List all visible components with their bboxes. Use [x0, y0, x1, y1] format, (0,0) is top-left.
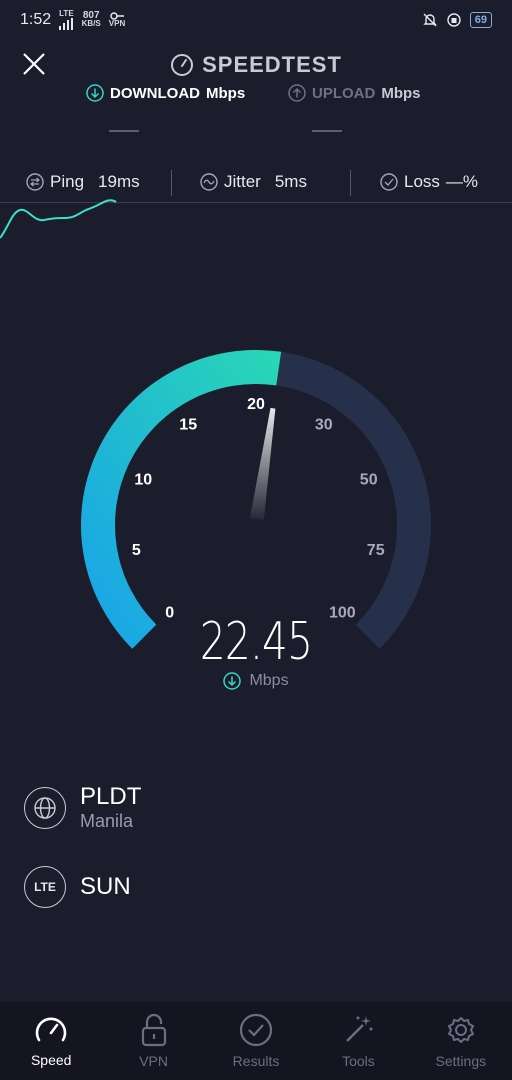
nav-vpn-label: VPN: [139, 1053, 168, 1069]
network-speed-unit: KB/S: [81, 19, 101, 28]
globe-icon: [24, 787, 66, 829]
upload-icon: [288, 84, 306, 102]
nav-settings[interactable]: Settings: [410, 1002, 512, 1080]
speed-graph-line: [0, 199, 117, 239]
speed-value: 22.45: [199, 612, 313, 672]
divider: [350, 170, 351, 196]
server-location: Manila: [80, 811, 134, 831]
vpn-indicator: VPN: [109, 12, 125, 28]
download-unit: Mbps: [206, 84, 246, 102]
download-placeholder-dash: [109, 130, 139, 132]
upload-unit: Mbps: [381, 84, 421, 102]
jitter-value: 5ms: [274, 172, 307, 191]
loss-label: Loss: [404, 172, 440, 191]
network-speed: 807 KB/S: [81, 11, 101, 28]
carrier-info: LTE SUN: [24, 866, 131, 908]
jitter-stat: Jitter 5ms: [200, 172, 307, 192]
loss-icon: [380, 173, 398, 191]
gauge-tick-label: 75: [367, 542, 385, 559]
signal-indicator: LTE: [59, 10, 74, 30]
lte-label: LTE: [59, 9, 74, 18]
download-icon: [223, 672, 242, 690]
download-icon: [86, 84, 104, 102]
ping-value: 19ms: [98, 172, 140, 191]
download-indicator: DOWNLOAD Mbps: [86, 84, 245, 102]
speedometer-icon: [35, 1017, 67, 1042]
battery-indicator: 69: [469, 12, 492, 28]
stats-row: Ping 19ms Jitter 5ms Loss —%: [0, 166, 512, 200]
gauge-needle: [249, 407, 276, 521]
nav-settings-label: Settings: [435, 1053, 487, 1069]
gauge-tick-label: 10: [134, 471, 152, 488]
nav-vpn[interactable]: VPN: [102, 1002, 204, 1080]
speed-unit: Mbps: [249, 672, 289, 689]
header: SPEEDTEST: [0, 44, 512, 84]
page-title: SPEEDTEST: [0, 52, 512, 78]
bottom-nav: Speed VPN Results Tools Settings: [0, 1002, 512, 1080]
gauge-tick-label: 15: [179, 417, 197, 434]
divider: [171, 170, 172, 196]
upload-placeholder-dash: [312, 130, 342, 132]
gauge-tick-label: 30: [315, 417, 333, 434]
speed-unit-row: Mbps: [0, 672, 512, 690]
lte-badge: LTE: [34, 880, 56, 894]
upload-indicator: UPLOAD Mbps: [288, 84, 421, 102]
signal-icon: [59, 18, 74, 30]
nav-tools[interactable]: Tools: [307, 1002, 409, 1080]
nav-results-label: Results: [232, 1053, 280, 1069]
speedometer-icon: [171, 54, 194, 76]
server-name: PLDT: [80, 783, 142, 810]
ping-label: Ping: [50, 172, 85, 191]
gear-icon: [447, 1017, 474, 1043]
vpn-label: VPN: [108, 19, 126, 28]
status-bar: 1:52 LTE 807 KB/S VPN 69: [0, 0, 512, 40]
server-info[interactable]: PLDT Manila: [24, 784, 141, 832]
gauge-tick-label: 50: [360, 471, 378, 488]
nav-speed-label: Speed: [30, 1052, 72, 1068]
ping-stat: Ping 19ms: [26, 172, 140, 192]
bell-muted-icon: [423, 13, 437, 27]
check-circle-icon: [239, 1013, 273, 1047]
jitter-label: Jitter: [224, 172, 261, 191]
lock-icon: [141, 1013, 166, 1047]
loss-stat: Loss —%: [380, 172, 478, 192]
mode-row: DOWNLOAD Mbps UPLOAD Mbps: [0, 84, 512, 108]
jitter-icon: [200, 173, 218, 191]
gauge-tick-label: 5: [132, 542, 141, 559]
nav-tools-label: Tools: [342, 1053, 375, 1069]
upload-label: UPLOAD: [312, 84, 376, 102]
clock: 1:52: [20, 11, 52, 28]
download-label: DOWNLOAD: [110, 84, 200, 102]
carrier-name: SUN: [80, 873, 131, 900]
lte-icon: LTE: [24, 866, 66, 908]
ping-icon: [26, 173, 44, 191]
nav-speed[interactable]: Speed: [0, 1002, 102, 1080]
title-text: SPEEDTEST: [202, 52, 342, 77]
alarm-icon: [447, 13, 461, 27]
nav-results[interactable]: Results: [205, 1002, 307, 1080]
loss-value: —%: [445, 172, 479, 191]
magic-wand-icon: [346, 1016, 373, 1042]
gauge-tick-label: 20: [247, 396, 265, 413]
